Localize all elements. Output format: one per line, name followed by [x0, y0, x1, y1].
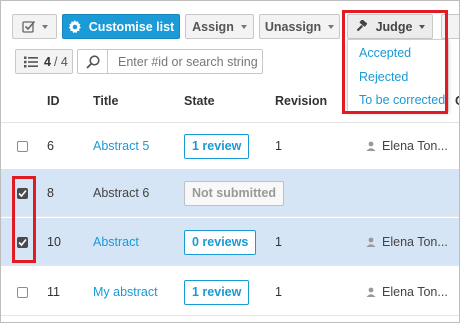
list-icon [24, 56, 38, 67]
table-row[interactable]: 11 My abstract 1 review 1 Elena Ton... [1, 268, 459, 316]
menu-item-to-be-corrected[interactable]: To be corrected [359, 93, 445, 107]
judge-button[interactable]: Judge [347, 14, 433, 39]
assign-label: Assign [192, 19, 234, 34]
table-row[interactable]: 6 Abstract 5 1 review 1 Elena Ton... [1, 122, 459, 170]
search-button[interactable] [77, 49, 107, 74]
row-title-link[interactable]: Abstract [93, 235, 139, 249]
column-header-id[interactable]: ID [47, 94, 60, 108]
assign-button[interactable]: Assign [185, 14, 254, 39]
customise-list-button[interactable]: Customise list [62, 14, 180, 39]
search-icon [85, 54, 100, 69]
gear-icon [68, 19, 81, 33]
gavel-icon [356, 19, 367, 31]
row-checkbox[interactable] [17, 187, 28, 199]
menu-item-rejected[interactable]: Rejected [359, 70, 408, 84]
column-header-state[interactable]: State [184, 94, 215, 108]
row-person: Elena Ton... [382, 285, 448, 299]
review-count-button[interactable]: 1 review [184, 279, 250, 305]
row-person: Elena Ton... [382, 139, 448, 153]
selected-count: 4 [44, 54, 51, 69]
column-header-next[interactable]: C [455, 94, 459, 108]
chevron-down-icon [419, 24, 426, 29]
review-count-button[interactable]: 1 review [184, 133, 250, 159]
review-count-button[interactable]: 0 reviews [184, 229, 257, 255]
table-row[interactable]: 8 Abstract 6 Not submitted [1, 169, 459, 217]
row-checkbox[interactable] [17, 286, 28, 298]
checkbox-select-icon [21, 20, 35, 33]
customise-list-label: Customise list [88, 19, 175, 34]
row-revision: 1 [275, 285, 282, 299]
judge-dropdown-menu: Accepted Rejected To be corrected [347, 39, 449, 112]
menu-item-accepted[interactable]: Accepted [359, 46, 411, 60]
table-row[interactable]: 10 Abstract 0 reviews 1 Elena Ton... [1, 218, 459, 266]
row-checkbox[interactable] [17, 140, 28, 152]
selection-count[interactable]: 4 / 4 [15, 49, 73, 74]
row-title-link[interactable]: Abstract 5 [93, 139, 149, 153]
row-revision: 1 [275, 139, 282, 153]
chevron-down-icon [240, 24, 247, 29]
user-icon [366, 141, 376, 151]
next-toolbar-button[interactable] [441, 14, 459, 39]
user-icon [366, 287, 376, 297]
row-id: 10 [47, 235, 61, 249]
row-title: Abstract 6 [93, 186, 150, 200]
unassign-label: Unassign [264, 19, 322, 34]
check-icon [18, 238, 27, 246]
check-icon [18, 189, 27, 197]
search-input[interactable] [107, 49, 263, 74]
abstract-list-panel: Customise list Assign Unassign Judge Acc… [0, 0, 460, 323]
state-badge: Not submitted [184, 180, 285, 206]
row-id: 11 [47, 285, 60, 299]
row-id: 6 [47, 139, 54, 153]
select-rows-button[interactable] [12, 14, 57, 39]
total-count: / 4 [53, 54, 68, 69]
user-icon [366, 237, 376, 247]
row-person: Elena Ton... [382, 235, 448, 249]
row-revision: 1 [275, 235, 282, 249]
row-id: 8 [47, 186, 54, 200]
chevron-down-icon [328, 24, 335, 29]
column-header-title[interactable]: Title [93, 94, 118, 108]
judge-label: Judge [375, 19, 413, 34]
row-checkbox[interactable] [17, 236, 28, 248]
unassign-button[interactable]: Unassign [259, 14, 340, 39]
row-title-link[interactable]: My abstract [93, 285, 158, 299]
column-header-revision[interactable]: Revision [275, 94, 327, 108]
chevron-down-icon [41, 24, 48, 29]
